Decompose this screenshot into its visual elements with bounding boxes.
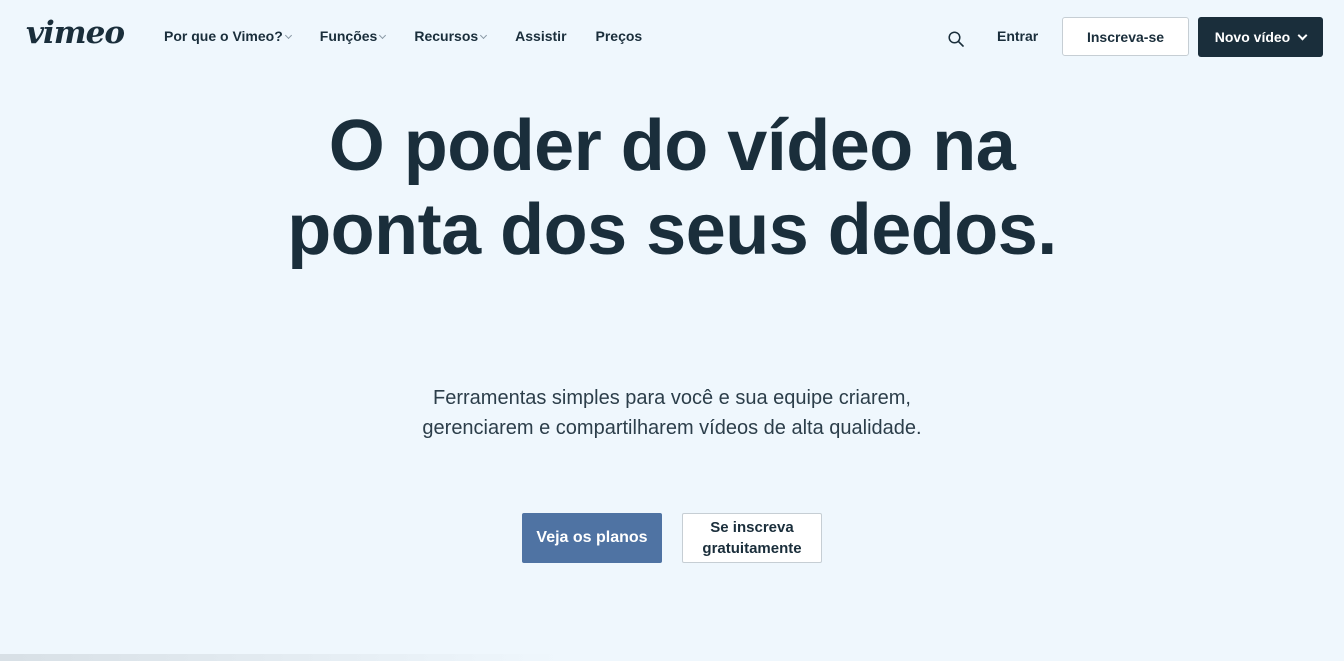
signup-button[interactable]: Inscreva-se [1062,17,1189,56]
hero-subtitle: Ferramentas simples para você e sua equi… [422,387,922,439]
nav-item-resources[interactable]: Recursos [414,28,488,44]
chevron-down-icon [379,31,387,40]
new-video-button[interactable]: Novo vídeo [1198,17,1323,57]
login-link[interactable]: Entrar [997,28,1038,44]
nav-item-pricing[interactable]: Preços [596,28,643,44]
nav-item-label: Funções [319,28,378,44]
divider [0,654,560,661]
view-plans-button[interactable]: Veja os planos [522,513,662,563]
chevron-down-icon [480,31,488,40]
view-plans-button-label: Veja os planos [536,529,648,546]
nav-item-label: Por que o Vimeo? [164,28,283,44]
free-signup-button[interactable]: Se inscreva gratuitamente [682,513,822,563]
new-video-button-label: Novo vídeo [1214,29,1291,45]
nav-item-watch[interactable]: Assistir [515,28,566,44]
vimeo-logo[interactable]: vimeo [26,18,125,49]
nav-item-features[interactable]: Funções [319,28,387,44]
top-navigation-bar: vimeo Por que o Vimeo? Funções Recursos … [0,0,1344,74]
nav-item-label: Recursos [414,28,479,44]
search-icon[interactable] [948,31,964,47]
signup-button-label: Inscreva-se [1086,28,1165,45]
nav-item-label: Preços [595,28,643,44]
chevron-down-icon [284,31,292,40]
main-nav: Por que o Vimeo? Funções Recursos Assist… [164,28,642,44]
nav-item-why-vimeo[interactable]: Por que o Vimeo? [164,28,292,44]
hero-title: O poder do vídeo na ponta dos seus dedos… [287,106,1057,270]
free-signup-button-label: Se inscreva gratuitamente [702,519,802,557]
nav-item-label: Assistir [515,28,567,44]
chevron-down-icon [1297,30,1308,40]
